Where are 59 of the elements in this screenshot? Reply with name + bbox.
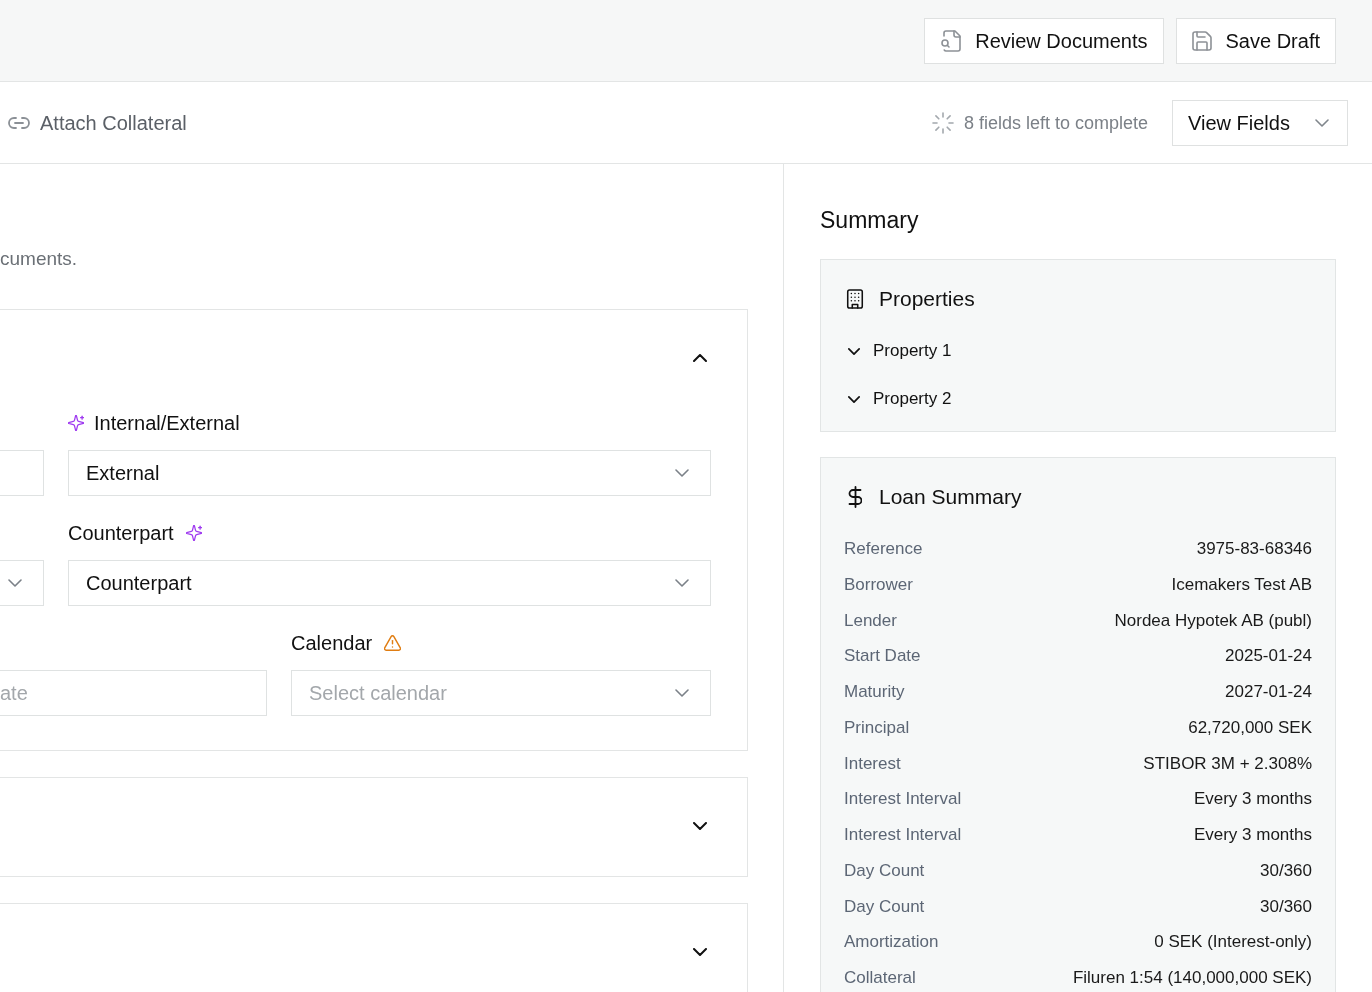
input-field[interactable]: ate bbox=[0, 670, 267, 716]
summary-value: 2027-01-24 bbox=[1225, 681, 1312, 703]
summary-value: 2025-01-24 bbox=[1225, 645, 1312, 668]
summary-value: 30/360 bbox=[1260, 895, 1312, 918]
summary-label: Principal bbox=[844, 716, 910, 739]
summary-value: 30/360 bbox=[1260, 859, 1312, 882]
card-title: Loan Summary bbox=[879, 484, 1022, 510]
summary-label: Maturity bbox=[844, 681, 905, 703]
summary-label: Start Date bbox=[844, 645, 921, 668]
field-label: Internal/External bbox=[94, 411, 240, 435]
summary-label: Reference bbox=[844, 538, 923, 560]
description-text: cuments. bbox=[0, 247, 79, 271]
summary-value: Icemakers Test AB bbox=[1171, 573, 1312, 596]
progress-text: 8 fields left to complete bbox=[963, 111, 1148, 135]
dropdown-field[interactable] bbox=[0, 560, 44, 606]
chevron-down-icon bbox=[8, 579, 22, 587]
file-search-icon bbox=[941, 29, 962, 52]
chevron-down-icon bbox=[1315, 118, 1329, 127]
panel-title: Summary bbox=[820, 206, 920, 235]
summary-value: Nordea Hypotek AB (publ) bbox=[1114, 609, 1312, 632]
summary-label: Lender bbox=[844, 609, 897, 632]
summary-value: 0 SEK (Interest-only) bbox=[1154, 931, 1312, 954]
summary-label: Interest Interval bbox=[844, 788, 962, 811]
chevron-down-icon bbox=[675, 579, 689, 587]
field-label: Calendar bbox=[291, 631, 373, 655]
chevron-down-icon bbox=[675, 689, 689, 697]
input-field[interactable] bbox=[0, 450, 44, 496]
chevron-down-icon bbox=[675, 469, 689, 477]
review-documents-button[interactable]: Review Documents bbox=[924, 17, 1164, 64]
summary-value: Every 3 months bbox=[1193, 824, 1312, 846]
summary-label: Amortization bbox=[844, 931, 939, 954]
summary-label: Collateral bbox=[844, 967, 916, 989]
summary-label: Day Count bbox=[844, 895, 925, 918]
view-fields-dropdown[interactable]: View Fields bbox=[1172, 99, 1348, 146]
property-item[interactable]: Property 2 bbox=[846, 387, 952, 411]
building-icon bbox=[846, 289, 864, 309]
summary-label: Day Count bbox=[844, 859, 925, 882]
save-icon bbox=[1191, 30, 1212, 51]
card-title: Properties bbox=[879, 286, 975, 312]
chevron-down-icon[interactable] bbox=[693, 822, 707, 830]
summary-value: Filuren 1:54 (140,000,000 SEK) bbox=[1072, 967, 1312, 989]
summary-value: STIBOR 3M + 2.308% bbox=[1143, 752, 1312, 775]
summary-label: Borrower bbox=[844, 573, 913, 596]
field-label: Counterpart bbox=[68, 521, 174, 545]
save-draft-button[interactable]: Save Draft bbox=[1175, 17, 1336, 64]
step-title: Attach Collateral bbox=[40, 110, 187, 136]
summary-value: 3975-83-68346 bbox=[1196, 538, 1312, 560]
summary-value: Every 3 months bbox=[1193, 788, 1312, 811]
loader-icon bbox=[931, 111, 954, 134]
property-item[interactable]: Property 1 bbox=[846, 339, 952, 363]
dollar-sign-icon bbox=[848, 486, 862, 508]
chevron-up-icon[interactable] bbox=[693, 354, 707, 362]
dropdown-field[interactable]: External bbox=[68, 450, 711, 496]
summary-value: 62,720,000 SEK bbox=[1188, 716, 1312, 739]
dropdown-field[interactable]: Counterpart bbox=[68, 560, 711, 606]
summary-label: Interest Interval bbox=[844, 824, 962, 846]
chevron-down-icon[interactable] bbox=[693, 948, 707, 956]
link-icon bbox=[8, 116, 30, 129]
summary-label: Interest bbox=[844, 752, 901, 775]
